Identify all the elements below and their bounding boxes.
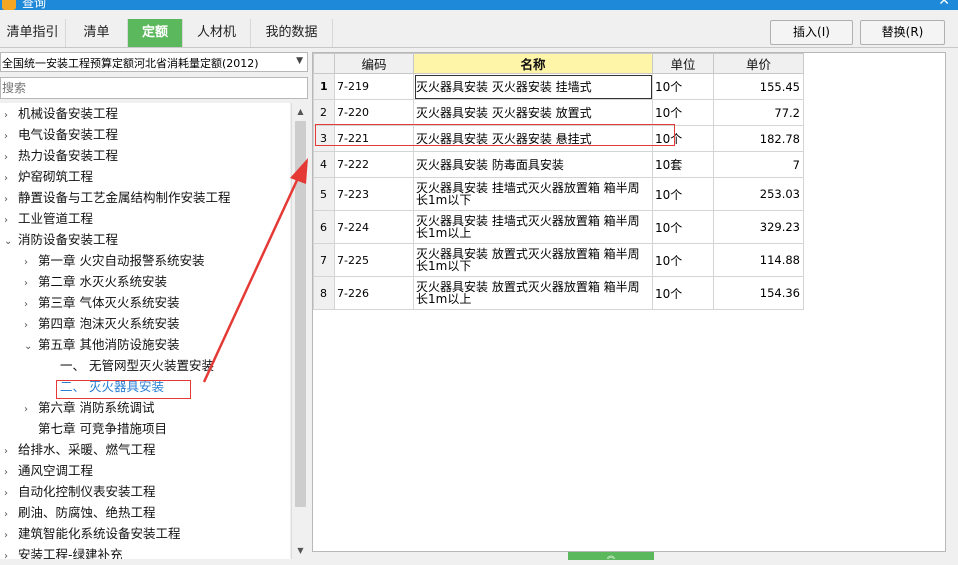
annotation-arrow <box>202 158 308 383</box>
